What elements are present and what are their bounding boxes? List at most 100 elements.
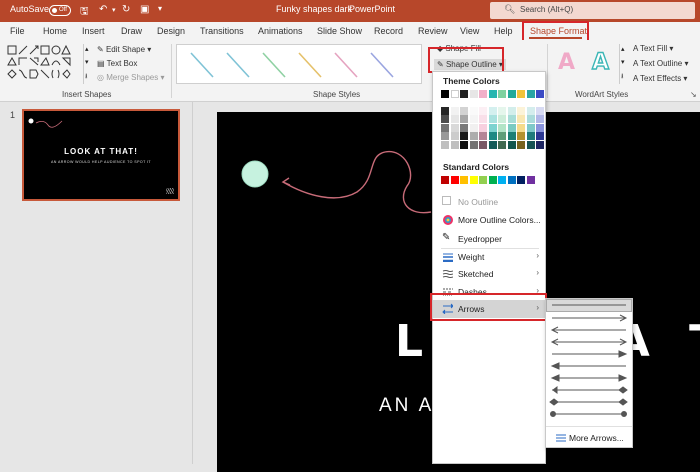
tab-insert[interactable]: Insert xyxy=(82,26,105,36)
theme-color-swatch[interactable] xyxy=(469,140,478,149)
standard-color-swatch[interactable] xyxy=(526,176,535,184)
theme-color-swatch[interactable] xyxy=(517,123,525,132)
theme-color-swatch[interactable] xyxy=(498,106,506,115)
theme-color-swatch[interactable] xyxy=(536,106,544,115)
wordart-gallery-scroll[interactable]: ▴ ▾ ⭳ xyxy=(619,44,628,84)
theme-color-swatch[interactable] xyxy=(479,90,487,98)
standard-color-swatch[interactable] xyxy=(450,176,459,184)
no-outline-item[interactable]: No Outline xyxy=(433,193,545,210)
theme-color-swatch[interactable] xyxy=(469,90,478,98)
theme-color-swatch[interactable] xyxy=(460,140,468,149)
theme-color-swatch[interactable] xyxy=(479,132,487,140)
theme-color-swatch[interactable] xyxy=(450,132,459,140)
text-effects-button[interactable]: A Text Effects ▾ xyxy=(633,74,687,83)
standard-color-swatch[interactable] xyxy=(498,176,506,184)
gallery-more-icon[interactable]: ⭳ xyxy=(85,72,87,83)
theme-color-swatch[interactable] xyxy=(450,115,459,123)
theme-color-swatch[interactable] xyxy=(517,115,525,123)
tab-home[interactable]: Home xyxy=(43,26,67,36)
tab-help[interactable]: Help xyxy=(494,26,513,36)
slide-thumbnail-1[interactable]: LOOK AT THAT! AN ARROW WOULD HELP AUDIEN… xyxy=(22,109,180,201)
tab-view[interactable]: View xyxy=(460,26,479,36)
tab-file[interactable]: File xyxy=(10,26,25,36)
search-box[interactable]: 🔍︎ Search (Alt+Q) xyxy=(490,2,695,19)
weight-item[interactable]: Weight › xyxy=(433,248,545,265)
theme-color-swatch[interactable] xyxy=(479,115,487,123)
standard-color-swatch[interactable] xyxy=(488,176,497,184)
curved-arrow-shape[interactable] xyxy=(282,151,432,214)
theme-color-swatch[interactable] xyxy=(460,123,468,132)
theme-color-swatch[interactable] xyxy=(507,132,516,140)
theme-color-swatch[interactable] xyxy=(479,140,487,149)
theme-color-swatch[interactable] xyxy=(498,90,506,98)
theme-color-swatch[interactable] xyxy=(441,106,449,115)
theme-color-swatch[interactable] xyxy=(536,140,544,149)
wordart-preset-pink[interactable]: A xyxy=(558,50,575,75)
wordart-more-icon[interactable]: ⭳ xyxy=(621,72,623,83)
theme-color-swatch[interactable] xyxy=(507,123,516,132)
theme-color-swatch[interactable] xyxy=(469,115,478,123)
theme-color-swatch[interactable] xyxy=(441,140,449,149)
theme-color-swatch[interactable] xyxy=(450,140,459,149)
theme-color-swatch[interactable] xyxy=(469,132,478,140)
shape-styles-gallery[interactable] xyxy=(176,44,422,84)
text-fill-button[interactable]: A Text Fill ▾ xyxy=(633,44,673,53)
theme-color-swatch[interactable] xyxy=(460,90,468,98)
scroll-down-icon[interactable]: ▾ xyxy=(85,58,89,66)
theme-color-swatch[interactable] xyxy=(507,106,516,115)
customize-qat-icon[interactable]: ▾ xyxy=(158,4,162,13)
standard-color-swatch[interactable] xyxy=(441,176,449,184)
theme-color-swatch[interactable] xyxy=(441,90,449,98)
theme-color-swatch[interactable] xyxy=(498,132,506,140)
theme-color-swatch[interactable] xyxy=(488,106,497,115)
theme-color-swatch[interactable] xyxy=(517,132,525,140)
theme-color-swatch[interactable] xyxy=(460,115,468,123)
theme-color-swatch[interactable] xyxy=(498,115,506,123)
wordart-scroll-up-icon[interactable]: ▴ xyxy=(621,45,625,53)
circle-shape[interactable] xyxy=(241,160,269,188)
dialog-launcher-icon[interactable]: ↘ xyxy=(690,90,697,99)
standard-color-swatch[interactable] xyxy=(469,176,478,184)
standard-color-swatch[interactable] xyxy=(460,176,468,184)
eyedropper-item[interactable]: ✎ Eyedropper xyxy=(433,230,545,247)
tab-animations[interactable]: Animations xyxy=(258,26,303,36)
present-icon[interactable]: ▣ xyxy=(140,4,149,15)
theme-color-swatch[interactable] xyxy=(498,140,506,149)
theme-color-swatch[interactable] xyxy=(488,140,497,149)
sketched-item[interactable]: Sketched › xyxy=(433,265,545,282)
line-style-presets[interactable] xyxy=(177,45,423,85)
tab-record[interactable]: Record xyxy=(374,26,403,36)
theme-color-swatch[interactable] xyxy=(479,106,487,115)
text-box-button[interactable]: ▤ Text Box xyxy=(97,59,137,68)
tab-draw[interactable]: Draw xyxy=(121,26,142,36)
wordart-scroll-down-icon[interactable]: ▾ xyxy=(621,58,625,66)
theme-color-swatch[interactable] xyxy=(526,132,535,140)
standard-color-swatch[interactable] xyxy=(479,176,487,184)
theme-color-swatch[interactable] xyxy=(450,123,459,132)
text-outline-button[interactable]: A Text Outline ▾ xyxy=(633,59,688,68)
theme-color-swatch[interactable] xyxy=(450,90,459,98)
save-icon[interactable]: 🖫 xyxy=(80,4,89,21)
theme-color-swatch[interactable] xyxy=(507,140,516,149)
theme-color-swatch[interactable] xyxy=(498,123,506,132)
wordart-preset-outline[interactable]: A xyxy=(591,49,609,75)
shapes-gallery[interactable] xyxy=(6,44,82,84)
theme-color-swatch[interactable] xyxy=(526,106,535,115)
theme-color-swatch[interactable] xyxy=(517,90,525,98)
theme-color-swatch[interactable] xyxy=(441,123,449,132)
theme-color-swatch[interactable] xyxy=(526,123,535,132)
theme-color-swatch[interactable] xyxy=(536,132,544,140)
scroll-up-icon[interactable]: ▴ xyxy=(85,45,89,53)
theme-color-swatch[interactable] xyxy=(536,123,544,132)
edit-shape-button[interactable]: ✎ Edit Shape ▾ xyxy=(97,45,151,54)
theme-color-swatch[interactable] xyxy=(507,90,516,98)
standard-color-swatch[interactable] xyxy=(517,176,525,184)
theme-color-swatch[interactable] xyxy=(536,90,544,98)
theme-color-swatch[interactable] xyxy=(469,106,478,115)
shapes-gallery-scroll[interactable]: ▴ ▾ ⭳ xyxy=(83,44,92,84)
theme-color-swatch[interactable] xyxy=(488,115,497,123)
undo-icon[interactable]: ↶ xyxy=(99,4,107,15)
theme-color-swatch[interactable] xyxy=(479,123,487,132)
more-arrows-item[interactable]: More Arrows... xyxy=(546,429,632,446)
theme-color-swatch[interactable] xyxy=(441,132,449,140)
